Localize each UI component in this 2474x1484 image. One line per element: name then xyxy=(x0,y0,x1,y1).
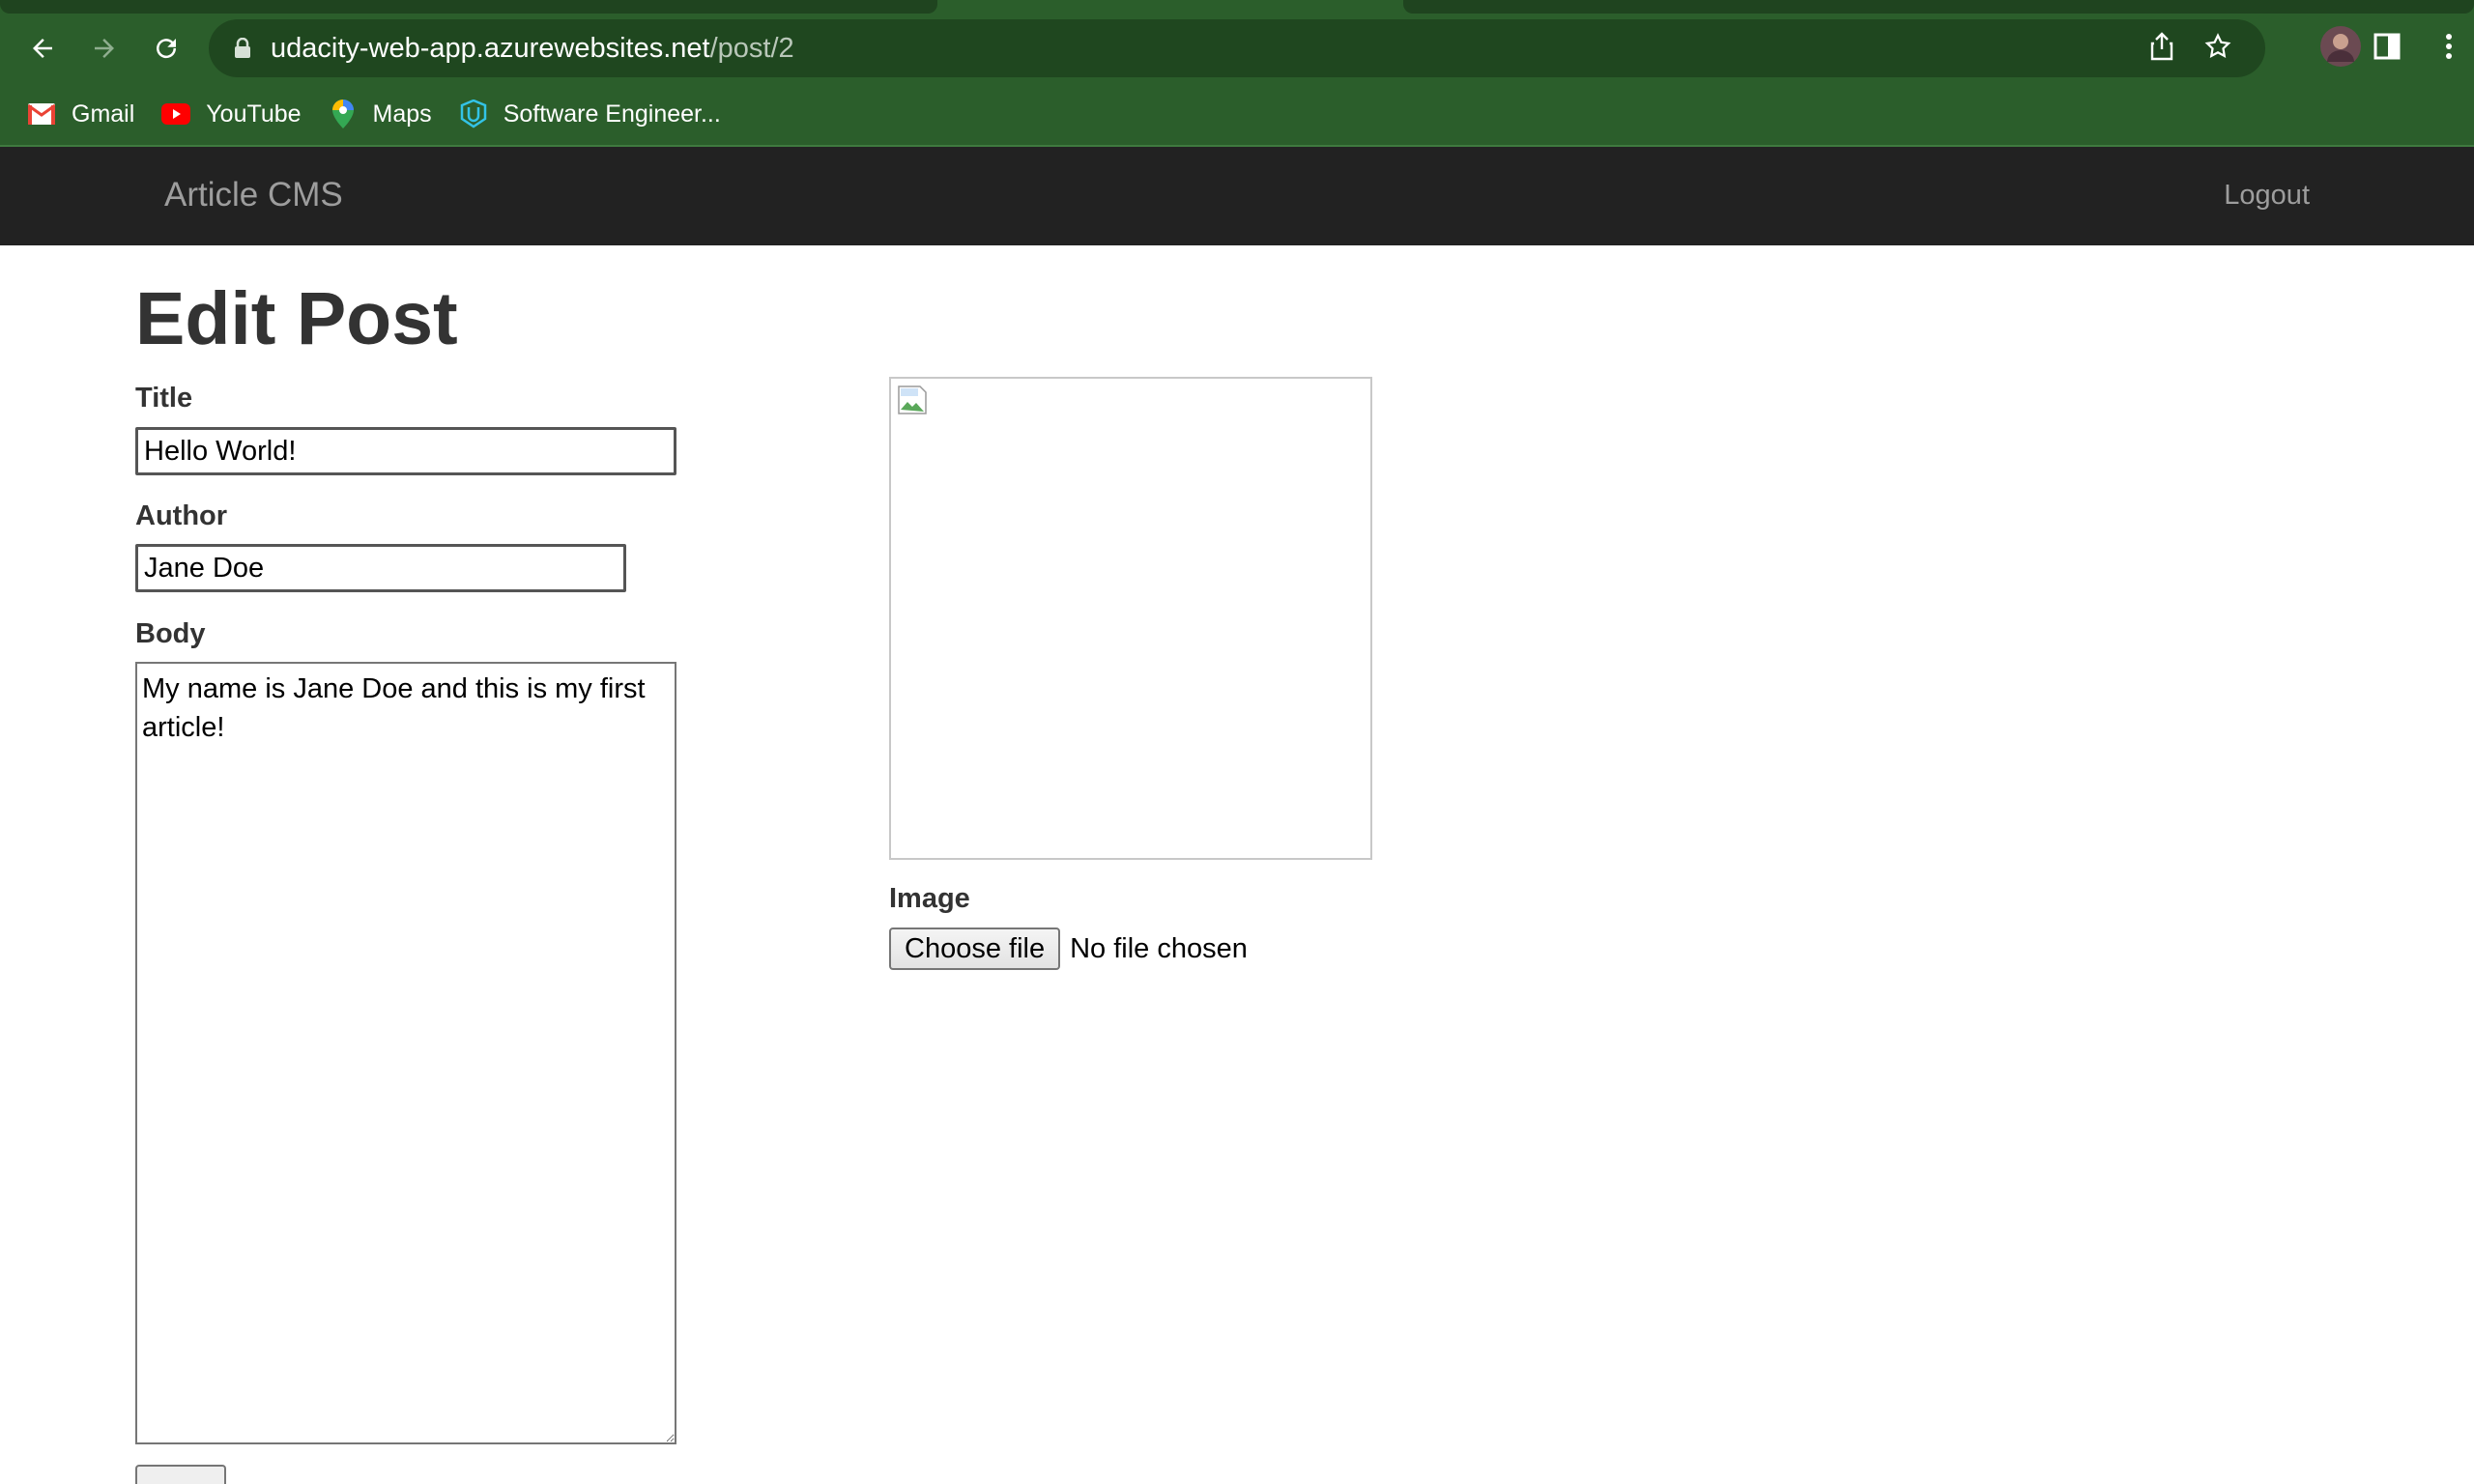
page-title: Edit Post xyxy=(135,277,458,360)
more-menu-icon[interactable] xyxy=(2443,32,2455,66)
gmail-icon xyxy=(27,100,56,128)
browser-tab[interactable] xyxy=(1403,0,2474,14)
title-label: Title xyxy=(135,383,193,414)
author-label: Author xyxy=(135,500,228,531)
file-status: No file chosen xyxy=(1070,932,1248,964)
bookmark-maps[interactable]: Maps xyxy=(329,100,432,128)
arrow-right-icon xyxy=(95,39,114,58)
title-input[interactable] xyxy=(135,427,676,475)
arrow-left-icon xyxy=(33,39,52,58)
maps-icon xyxy=(329,100,358,128)
url-text: udacity-web-app.azurewebsites.net/post/2 xyxy=(271,33,794,65)
image-label: Image xyxy=(889,883,970,914)
back-button[interactable] xyxy=(21,27,64,70)
tab-strip xyxy=(0,0,2474,14)
bookmark-udacity[interactable]: Software Engineer... xyxy=(459,100,721,128)
profile-avatar[interactable] xyxy=(2319,25,2362,72)
broken-image-icon xyxy=(898,385,927,414)
reload-button[interactable] xyxy=(145,27,187,70)
choose-file-button[interactable]: Choose file xyxy=(889,928,1061,970)
body-label: Body xyxy=(135,618,206,649)
udacity-icon xyxy=(459,100,488,128)
bookmark-star-icon[interactable] xyxy=(2203,32,2232,66)
address-bar[interactable]: udacity-web-app.azurewebsites.net/post/2 xyxy=(209,19,2265,77)
bookmark-label: Software Engineer... xyxy=(503,100,721,128)
bookmark-label: Gmail xyxy=(72,100,135,128)
reload-icon xyxy=(157,39,177,59)
url-path: /post/2 xyxy=(709,32,794,64)
browser-tab[interactable] xyxy=(0,0,937,14)
image-preview xyxy=(889,377,1372,860)
bookmark-label: Maps xyxy=(372,100,432,128)
bookmark-label: YouTube xyxy=(206,100,302,128)
body-textarea[interactable]: My name is Jane Doe and this is my first… xyxy=(135,662,676,1444)
bookmark-gmail[interactable]: Gmail xyxy=(27,100,134,128)
url-host: udacity-web-app.azurewebsites.net xyxy=(271,32,710,64)
submit-button[interactable] xyxy=(135,1465,226,1484)
bookmarks-bar: Gmail YouTube Maps Software Engineer... xyxy=(0,93,2474,135)
app-navbar: Article CMS Logout xyxy=(0,147,2474,245)
brand-link[interactable]: Article CMS xyxy=(164,176,343,214)
image-file-input: Choose file No file chosen xyxy=(889,928,1248,970)
browser-chrome: udacity-web-app.azurewebsites.net/post/2 xyxy=(0,0,2474,147)
browser-toolbar: udacity-web-app.azurewebsites.net/post/2 xyxy=(0,14,2474,83)
youtube-icon xyxy=(161,100,191,128)
logout-link[interactable]: Logout xyxy=(2224,180,2310,212)
bookmark-youtube[interactable]: YouTube xyxy=(161,100,302,128)
side-panel-icon[interactable] xyxy=(2373,33,2401,65)
share-icon[interactable] xyxy=(2149,31,2174,66)
forward-button[interactable] xyxy=(83,27,126,70)
omnibox-actions xyxy=(2149,19,2232,77)
author-input[interactable] xyxy=(135,544,626,592)
lock-icon xyxy=(232,38,253,59)
